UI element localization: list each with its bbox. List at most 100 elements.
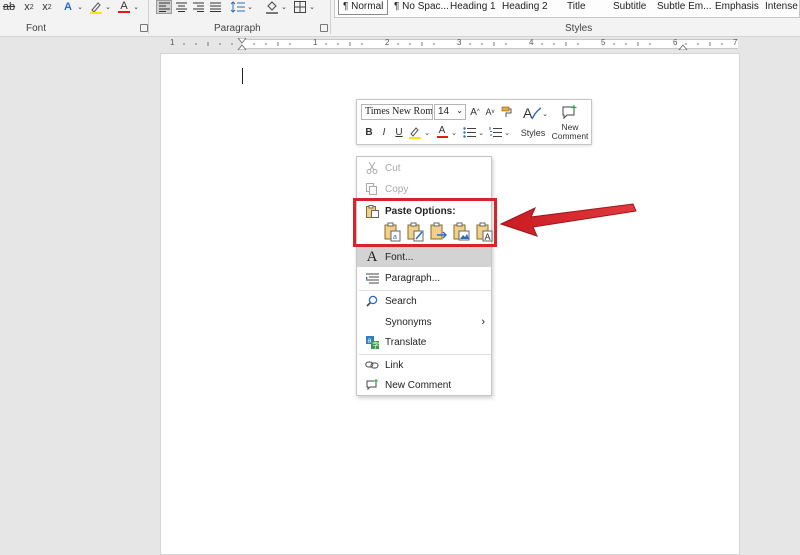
- align-center-icon[interactable]: [174, 0, 188, 14]
- menu-item-synonyms[interactable]: Synonyms ›: [357, 312, 491, 332]
- menu-item-link[interactable]: Link: [357, 355, 491, 375]
- justify-icon[interactable]: [208, 0, 222, 14]
- chevron-down-icon[interactable]: ⌄: [423, 127, 431, 139]
- styles-button[interactable]: Styles: [517, 127, 549, 139]
- bullets-icon[interactable]: [461, 125, 477, 139]
- ruler-number: 1: [313, 38, 318, 47]
- menu-item-translate[interactable]: a字 Translate: [357, 332, 491, 352]
- font-size-value: 14: [438, 106, 450, 117]
- text-cursor: [242, 68, 243, 84]
- strikethrough-button[interactable]: ab: [2, 0, 16, 14]
- group-divider: [148, 0, 149, 34]
- chevron-down-icon[interactable]: ⌄: [477, 127, 485, 139]
- ribbon: ab x2 x2 A ⌄ ⌄ A ⌄ Font ⌄ ⌄ ⌄ Paragraph …: [0, 0, 800, 37]
- highlight-color-button[interactable]: [88, 0, 104, 14]
- hanging-indent-marker[interactable]: [237, 44, 247, 50]
- chevron-down-icon[interactable]: ⌄: [308, 0, 316, 14]
- paragraph-icon: [365, 271, 379, 285]
- styles-icon[interactable]: A: [521, 104, 543, 124]
- font-dialog-launcher-icon[interactable]: [140, 24, 148, 32]
- menu-item-cut[interactable]: Cut: [357, 158, 491, 178]
- ruler-number: 1: [170, 38, 175, 47]
- highlight-color-button[interactable]: [407, 125, 423, 139]
- line-spacing-icon[interactable]: [230, 0, 246, 14]
- menu-label: Cut: [385, 162, 401, 174]
- group-divider: [330, 0, 331, 34]
- menu-item-search[interactable]: Search: [357, 291, 491, 311]
- chevron-down-icon[interactable]: ⌄: [76, 0, 84, 14]
- style-no-spacing[interactable]: ¶ No Spac...: [390, 0, 453, 15]
- chevron-down-icon[interactable]: ⌄: [246, 0, 254, 14]
- font-color-button[interactable]: A: [435, 125, 449, 139]
- chevron-down-icon[interactable]: ⌄: [456, 106, 463, 115]
- menu-label: Link: [385, 359, 404, 371]
- font-icon: A: [366, 248, 378, 265]
- annotation-arrow: [499, 203, 637, 237]
- scissors-icon: [365, 161, 379, 175]
- align-right-icon[interactable]: [191, 0, 205, 14]
- font-size-box[interactable]: 14 ⌄: [434, 104, 466, 120]
- format-painter-icon[interactable]: [500, 104, 514, 120]
- paste-options-highlight: [353, 198, 497, 247]
- svg-text:a: a: [367, 337, 371, 344]
- ruler-number: 5: [601, 38, 606, 47]
- subscript-button[interactable]: x2: [22, 0, 36, 14]
- new-comment-icon[interactable]: [561, 104, 579, 120]
- first-line-indent-marker[interactable]: [237, 38, 247, 44]
- font-group-label: Font: [26, 23, 47, 34]
- menu-item-new-comment[interactable]: New Comment: [357, 375, 491, 395]
- shrink-font-button[interactable]: Av: [484, 104, 496, 120]
- menu-label: Paragraph...: [385, 272, 441, 284]
- superscript-button[interactable]: x2: [40, 0, 54, 14]
- style-subtle-emphasis[interactable]: Subtle Em...: [653, 0, 715, 15]
- menu-label: New Comment: [385, 379, 452, 391]
- ruler-number: 2: [385, 38, 390, 47]
- borders-icon[interactable]: [292, 0, 308, 14]
- menu-item-paragraph[interactable]: Paragraph...: [357, 268, 491, 288]
- paragraph-group-label: Paragraph: [214, 23, 261, 34]
- style-subtitle[interactable]: Subtitle: [609, 0, 650, 15]
- menu-label: Translate: [385, 336, 427, 348]
- new-comment-icon: [365, 378, 379, 392]
- style-intense-emphasis[interactable]: Intense E: [761, 0, 800, 15]
- bold-button[interactable]: B: [363, 125, 375, 139]
- styles-group-label: Styles: [565, 23, 593, 34]
- style-heading-1[interactable]: Heading 1: [446, 0, 500, 15]
- chevron-down-icon[interactable]: ⌄: [132, 0, 140, 14]
- ruler-number: 3: [457, 38, 462, 47]
- paragraph-dialog-launcher-icon[interactable]: [320, 24, 328, 32]
- style-emphasis[interactable]: Emphasis: [711, 0, 763, 15]
- shading-icon[interactable]: [264, 0, 280, 14]
- font-name-box[interactable]: Times New Rom: [361, 104, 433, 120]
- chevron-down-icon[interactable]: ⌄: [541, 108, 549, 120]
- font-color-button[interactable]: A: [116, 0, 132, 14]
- menu-label: Font...: [385, 251, 414, 263]
- chevron-down-icon[interactable]: ⌄: [104, 0, 112, 14]
- ruler-number: 6: [673, 38, 678, 47]
- menu-label: Search: [385, 295, 417, 307]
- text-effects-icon[interactable]: A: [60, 0, 76, 14]
- align-left-icon[interactable]: [156, 0, 172, 14]
- menu-label: Copy: [385, 183, 409, 195]
- search-icon: [365, 294, 379, 308]
- context-menu: Cut Copy Paste Options: A Font... Paragr…: [356, 156, 492, 396]
- copy-icon: [365, 182, 379, 196]
- style-heading-2[interactable]: Heading 2: [498, 0, 552, 15]
- right-indent-marker[interactable]: [678, 44, 688, 50]
- menu-item-font[interactable]: A Font...: [357, 247, 491, 267]
- svg-text:字: 字: [372, 340, 379, 348]
- mini-toolbar: Times New Rom 14 ⌄ A ^ Av B I U ⌄ A ⌄ ⌄ ⌄…: [356, 99, 592, 145]
- chevron-down-icon[interactable]: ⌄: [503, 127, 511, 139]
- new-comment-label-line2[interactable]: Comment: [549, 131, 591, 141]
- style-title[interactable]: Title: [563, 0, 590, 15]
- menu-item-copy[interactable]: Copy: [357, 179, 491, 199]
- italic-button[interactable]: I: [378, 125, 390, 139]
- horizontal-ruler[interactable]: 1 1 2 3 4 5 6 7: [160, 38, 740, 50]
- numbering-icon[interactable]: [487, 125, 503, 139]
- grow-font-label: A: [470, 106, 477, 118]
- grow-font-button[interactable]: A ^: [469, 104, 481, 120]
- chevron-down-icon[interactable]: ⌄: [450, 127, 458, 139]
- chevron-down-icon[interactable]: ⌄: [280, 0, 288, 14]
- underline-button[interactable]: U: [393, 125, 405, 139]
- style-normal[interactable]: ¶ Normal: [338, 0, 389, 15]
